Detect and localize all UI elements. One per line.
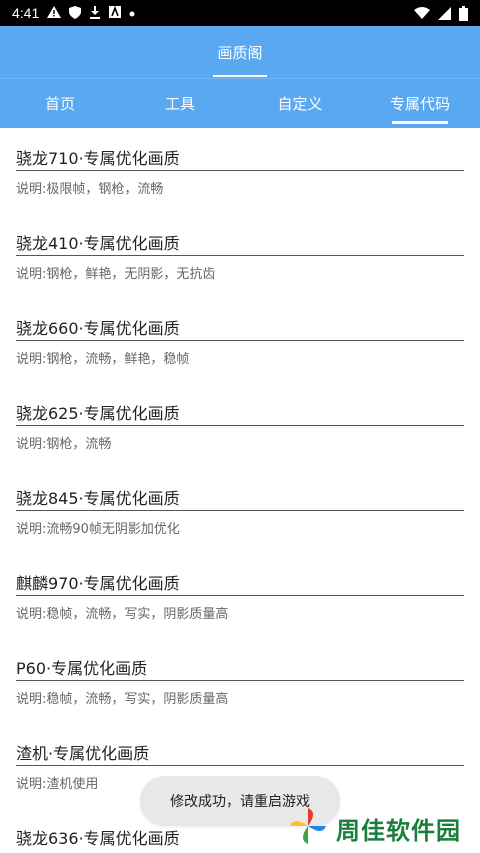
cellular-icon bbox=[438, 6, 451, 20]
item-title: 骁龙410·专属优化画质 bbox=[16, 234, 180, 253]
list-item[interactable]: 骁龙625·专属优化画质 说明:钢枪，流畅 bbox=[0, 383, 480, 468]
item-description: 说明:极限帧，钢枪，流畅 bbox=[16, 182, 164, 197]
font-icon bbox=[109, 5, 122, 20]
divider bbox=[16, 340, 464, 341]
warning-icon bbox=[47, 6, 62, 20]
list-item[interactable]: 骁龙410·专属优化画质 说明:钢枪，鲜艳，无阴影，无抗齿 bbox=[0, 213, 480, 298]
status-bar: 4:41 bbox=[0, 0, 480, 26]
status-time: 4:41 bbox=[12, 5, 40, 21]
tab-exclusive-code[interactable]: 专属代码 bbox=[360, 81, 480, 126]
item-description: 说明:钢枪，鲜艳，无阴影，无抗齿 bbox=[16, 267, 216, 282]
item-title: 骁龙636·专属优化画质 bbox=[16, 829, 180, 848]
item-title: 渣机·专属优化画质 bbox=[16, 744, 150, 763]
battery-icon bbox=[459, 5, 468, 21]
download-icon bbox=[89, 5, 101, 21]
app-header: 画质阁 首页 工具 自定义 专属代码 bbox=[0, 26, 480, 128]
list-item[interactable]: 麒麟970·专属优化画质 说明:稳帧，流畅，写实，阴影质量高 bbox=[0, 553, 480, 638]
status-left: 4:41 bbox=[12, 5, 135, 21]
divider bbox=[16, 425, 464, 426]
item-description: 说明:钢枪，流畅 bbox=[16, 437, 112, 452]
list-item[interactable]: 骁龙660·专属优化画质 说明:钢枪，流畅，鲜艳，稳帧 bbox=[0, 298, 480, 383]
divider bbox=[16, 170, 464, 171]
item-title: 麒麟970·专属优化画质 bbox=[16, 574, 180, 593]
divider bbox=[16, 255, 464, 256]
divider bbox=[16, 510, 464, 511]
item-title: P60·专属优化画质 bbox=[16, 659, 148, 678]
dot-icon bbox=[129, 7, 135, 19]
divider bbox=[16, 595, 464, 596]
item-description: 说明:流畅90帧无阴影加优化 bbox=[16, 522, 180, 537]
title-underline bbox=[213, 75, 267, 77]
preset-list: 骁龙710·专属优化画质 说明:极限帧，钢枪，流畅 骁龙410·专属优化画质 说… bbox=[0, 128, 480, 853]
watermark-text: 周佳软件园 bbox=[336, 816, 461, 845]
watermark-logo: 周佳软件园 bbox=[288, 805, 476, 851]
status-right bbox=[414, 5, 468, 21]
item-title: 骁龙845·专属优化画质 bbox=[16, 489, 180, 508]
app-title: 画质阁 bbox=[217, 44, 263, 62]
item-title: 骁龙625·专属优化画质 bbox=[16, 404, 180, 423]
list-item[interactable]: 骁龙710·专属优化画质 说明:极限帧，钢枪，流畅 bbox=[0, 128, 480, 213]
divider bbox=[16, 680, 464, 681]
item-description: 说明:钢枪，流畅，鲜艳，稳帧 bbox=[16, 352, 190, 367]
item-title: 骁龙660·专属优化画质 bbox=[16, 319, 180, 338]
list-item[interactable]: 骁龙845·专属优化画质 说明:流畅90帧无阴影加优化 bbox=[0, 468, 480, 553]
item-description: 说明:稳帧，流畅，写实，阴影质量高 bbox=[16, 607, 229, 622]
pinwheel-logo-icon bbox=[288, 806, 328, 850]
item-description: 说明:渣机使用 bbox=[16, 777, 99, 792]
tab-tools[interactable]: 工具 bbox=[120, 81, 240, 126]
item-title: 骁龙710·专属优化画质 bbox=[16, 149, 180, 168]
wifi-icon bbox=[414, 7, 430, 19]
divider bbox=[16, 765, 464, 766]
shield-icon bbox=[69, 5, 82, 21]
tab-home[interactable]: 首页 bbox=[0, 81, 120, 126]
tab-custom[interactable]: 自定义 bbox=[240, 81, 360, 126]
tab-bar: 首页 工具 自定义 专属代码 bbox=[0, 78, 480, 128]
list-item[interactable]: P60·专属优化画质 说明:稳帧，流畅，写实，阴影质量高 bbox=[0, 638, 480, 723]
item-description: 说明:稳帧，流畅，写实，阴影质量高 bbox=[16, 692, 229, 707]
